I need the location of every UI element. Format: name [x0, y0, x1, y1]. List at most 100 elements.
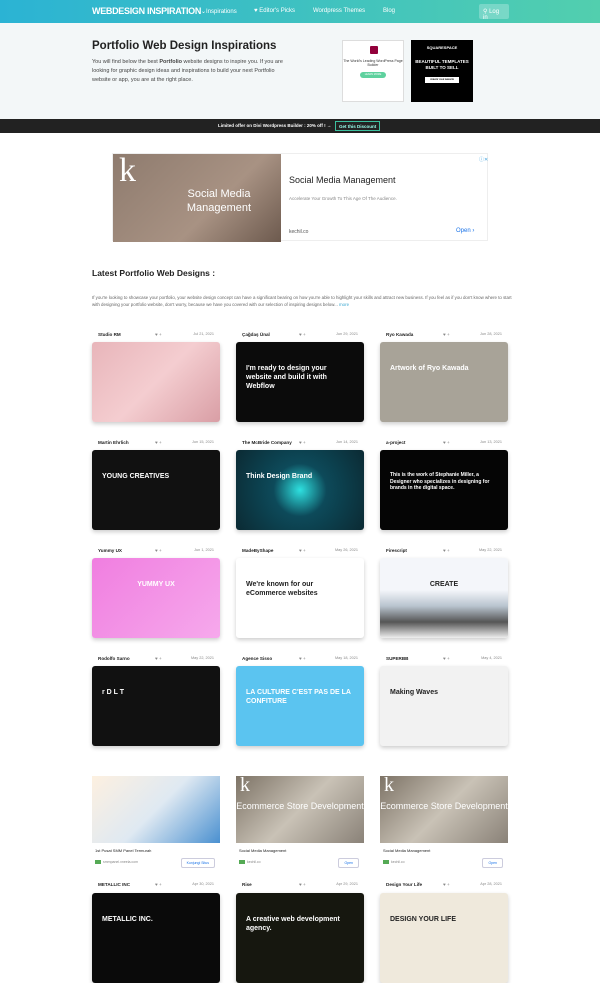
ad-image-text: Ecommerce Store Development — [380, 801, 508, 811]
ad-button[interactable]: Open — [482, 858, 503, 868]
adchoices-icon[interactable]: ⓘ✕ — [479, 156, 488, 163]
ad-text: The World's Leading WordPress Page Build… — [343, 59, 403, 67]
promo-bar: Limited offer on Divi Wordpress Builder … — [0, 119, 600, 133]
heart-icon[interactable]: ♥ + — [443, 440, 450, 445]
design-card[interactable]: Studio RM ♥ + Jul 21, 2021 — [92, 332, 220, 422]
card-thumbnail[interactable]: A creative web development agency. — [236, 893, 364, 983]
heart-icon[interactable]: ♥ + — [155, 656, 162, 661]
heart-icon[interactable]: ♥ + — [299, 548, 306, 553]
card-title[interactable]: Studio RM — [98, 332, 121, 337]
heart-icon[interactable]: ♥ + — [155, 332, 162, 337]
heart-icon[interactable]: ♥ + — [443, 332, 450, 337]
design-card[interactable]: Martin Ehrlich ♥ + Jun 15, 2021 YOUNG CREA… — [92, 440, 220, 530]
design-card[interactable]: Yummy UX ♥ + Jun 1, 2021 YUMMY UX — [92, 548, 220, 638]
thumbnail-text: Artwork of Ryo Kawada — [390, 365, 469, 372]
card-title[interactable]: Agence Sisso — [242, 656, 272, 661]
heart-icon[interactable]: ♥ + — [299, 440, 306, 445]
card-thumbnail[interactable]: I'm ready to design your website and bui… — [236, 342, 364, 422]
design-card[interactable]: Rodolfo Sarno ♥ + May 22, 2021 r D L T — [92, 656, 220, 746]
ad-image: k Social Media Management — [113, 152, 281, 242]
ad-image — [92, 776, 220, 843]
card-title[interactable]: a-project — [386, 440, 405, 445]
card-title[interactable]: METALLIC INC — [98, 882, 130, 887]
nav-blog[interactable]: Blog — [383, 8, 395, 14]
login-button[interactable]: ⚲ Log in — [479, 4, 509, 21]
hero: Portfolio Web Design Inspirations You wi… — [0, 23, 600, 119]
heart-icon[interactable]: ♥ + — [443, 548, 450, 553]
design-card[interactable]: Firescript ♥ + May 22, 2021 CREATE — [380, 548, 508, 638]
card-title[interactable]: Ryo Kawada — [386, 332, 413, 337]
heart-icon[interactable]: ♥ + — [443, 882, 450, 887]
ad-image-text: Social Media Management — [186, 188, 252, 214]
card-date: Jun 29, 2021 — [336, 332, 358, 336]
card-title[interactable]: The McBride Company — [242, 440, 292, 445]
banner-ad[interactable]: k Social Media Management Social Media Ma… — [112, 152, 488, 242]
design-card[interactable]: Rise ♥ + Apr 29, 2021 A creative web devel… — [236, 882, 364, 983]
card-thumbnail[interactable]: METALLIC INC. — [92, 893, 220, 983]
nav-inspirations[interactable]: ⌄Inspirations — [201, 8, 237, 15]
design-card[interactable]: Agence Sisso ♥ + May 18, 2021 LA CULTURE C… — [236, 656, 364, 746]
card-thumbnail[interactable]: Making Waves — [380, 666, 508, 746]
heart-icon[interactable]: ♥ + — [155, 548, 162, 553]
card-title[interactable]: Rodolfo Sarno — [98, 656, 130, 661]
design-card[interactable]: Ryo Kawada ♥ + Jun 28, 2021 Artwork of Ryo… — [380, 332, 508, 422]
heart-icon[interactable]: ♥ + — [155, 440, 162, 445]
ad-button[interactable]: Kunjungi Situs — [180, 858, 215, 868]
nav-wordpress-themes[interactable]: Wordpress Themes — [313, 8, 365, 14]
card-thumbnail[interactable]: We're known for our eCommerce websites — [236, 558, 364, 638]
card-title[interactable]: SUPERBB — [386, 656, 408, 661]
card-thumbnail[interactable]: YOUNG CREATIVES — [92, 450, 220, 530]
ad-url: smmpanel.xneela.com — [103, 860, 139, 864]
card-thumbnail[interactable]: This is the work of Stephanie Miller, a … — [380, 450, 508, 530]
card-title[interactable]: Firescript — [386, 548, 407, 553]
ad-brand: SQUARESPACE — [426, 45, 458, 50]
sponsored-ad[interactable]: k Ecommerce Store Development Social Medi… — [380, 776, 508, 868]
nav-editors-picks[interactable]: ♥ Editor's Picks — [254, 8, 295, 14]
thumbnail-text: LA CULTURE C'EST PAS DE LA CONFITURE — [246, 689, 351, 706]
create-website-button[interactable]: CREATE YOUR WEBSITE — [425, 77, 459, 83]
card-thumbnail[interactable]: YUMMY UX — [92, 558, 220, 638]
ad-button[interactable]: Open — [338, 858, 359, 868]
card-title[interactable]: Rise — [242, 882, 252, 887]
design-card[interactable]: Çağdaş Ünal ♥ + Jun 29, 2021 I'm ready to … — [236, 332, 364, 422]
sponsored-ad[interactable]: 1st Pusat SMM Panel Termurah smmpanel.xn… — [92, 776, 220, 868]
card-title[interactable]: Yummy UX — [98, 548, 122, 553]
card-title[interactable]: Design Your Life — [386, 882, 422, 887]
card-date: Jun 13, 2021 — [480, 440, 502, 444]
design-card[interactable]: a-project ♥ + Jun 13, 2021 This is the wor… — [380, 440, 508, 530]
promo-text: Limited offer on Divi Wordpress Builder … — [218, 123, 332, 128]
heart-icon[interactable]: ♥ + — [155, 882, 162, 887]
design-card[interactable]: METALLIC INC ♥ + Apr 30, 2021 METALLIC INC… — [92, 882, 220, 983]
ad-open-button[interactable]: Open › — [456, 228, 474, 234]
thumbnail-text: YOUNG CREATIVES — [102, 473, 170, 480]
sponsored-ad[interactable]: k Ecommerce Store Development Social Medi… — [236, 776, 364, 868]
site-logo[interactable]: WEBDESIGN INSPIRATION — [92, 6, 201, 16]
elementor-ad[interactable]: The World's Leading WordPress Page Build… — [342, 40, 404, 102]
card-thumbnail[interactable]: Artwork of Ryo Kawada — [380, 342, 508, 422]
card-date: Jun 1, 2021 — [194, 548, 214, 552]
heart-icon[interactable]: ♥ + — [299, 332, 306, 337]
card-title[interactable]: Çağdaş Ünal — [242, 332, 270, 337]
squarespace-ad[interactable]: SQUARESPACE BEAUTIFUL TEMPLATES BUILT TO … — [411, 40, 473, 102]
card-title[interactable]: MadeByShape — [242, 548, 273, 553]
card-title[interactable]: Martin Ehrlich — [98, 440, 129, 445]
design-card[interactable]: MadeByShape ♥ + May 26, 2021 We're known f… — [236, 548, 364, 638]
design-card[interactable]: The McBride Company ♥ + Jun 14, 2021 Think… — [236, 440, 364, 530]
card-thumbnail[interactable]: DESIGN YOUR LIFE — [380, 893, 508, 983]
heart-icon[interactable]: ♥ + — [443, 656, 450, 661]
design-card[interactable]: SUPERBB ♥ + May 4, 2021 Making Waves — [380, 656, 508, 746]
ad-badge-icon — [95, 860, 101, 865]
learn-more-button[interactable]: LEARN MORE — [360, 72, 386, 78]
ad-text: BEAUTIFUL TEMPLATES BUILT TO SELL — [415, 59, 469, 70]
get-discount-button[interactable]: Get this Discount — [335, 121, 381, 131]
card-thumbnail[interactable]: r D L T — [92, 666, 220, 746]
thumbnail-text: Making Waves — [390, 689, 438, 696]
design-card[interactable]: Design Your Life ♥ + Apr 28, 2021 DESIGN Y… — [380, 882, 508, 983]
more-link[interactable]: more — [339, 302, 349, 307]
card-thumbnail[interactable]: Think Design Brand — [236, 450, 364, 530]
card-thumbnail[interactable]: LA CULTURE C'EST PAS DE LA CONFITURE — [236, 666, 364, 746]
heart-icon[interactable]: ♥ + — [299, 882, 306, 887]
heart-icon[interactable]: ♥ + — [299, 656, 306, 661]
card-thumbnail[interactable] — [92, 342, 220, 422]
card-thumbnail[interactable]: CREATE — [380, 558, 508, 638]
